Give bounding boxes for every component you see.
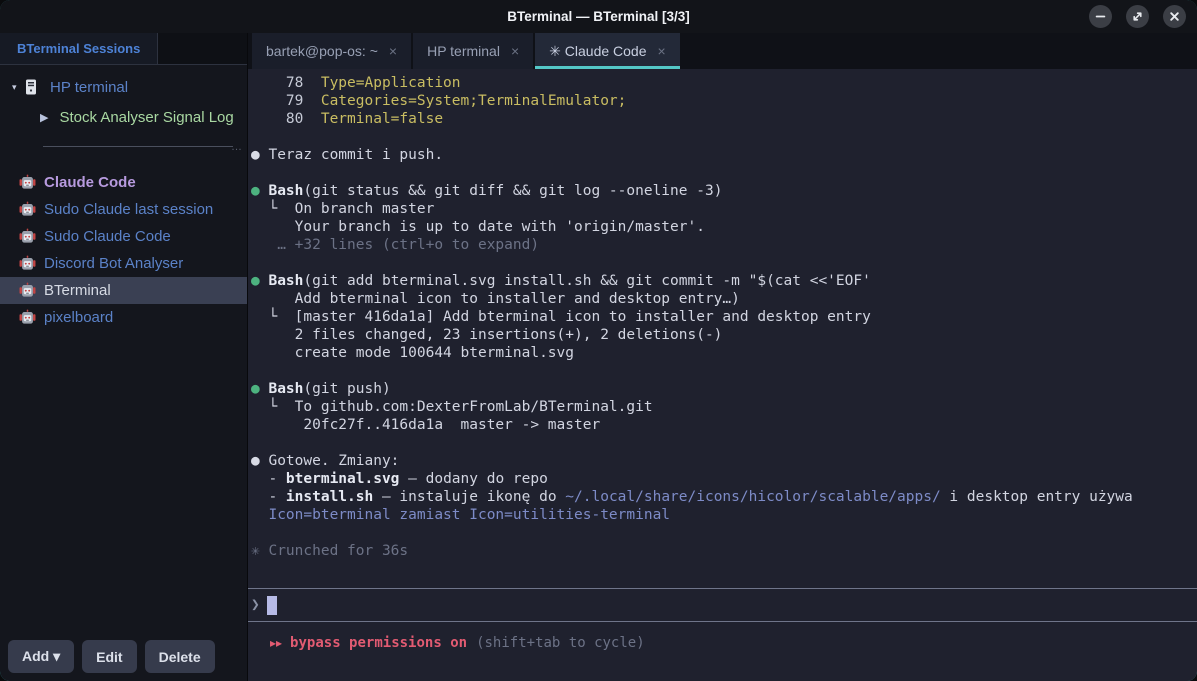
edit-button[interactable]: Edit	[82, 640, 136, 673]
maximize-icon	[1132, 11, 1143, 22]
terminal-line: create mode 100644 bterminal.svg	[251, 344, 1197, 362]
session-label: Sudo Claude last session	[44, 201, 213, 218]
sidebar: BTerminal Sessions ▾ HP terminal ▶ Stock…	[0, 33, 248, 681]
terminal-line: Icon=bterminal zamiast Icon=utilities-te…	[251, 506, 1197, 524]
text-cursor	[267, 596, 277, 615]
divider-line	[43, 146, 233, 147]
prompt-input[interactable]: ❯	[248, 588, 1197, 622]
terminal-line: 78 Type=Application	[251, 74, 1197, 92]
terminal-line: ● Gotowe. Zmiany:	[251, 452, 1197, 470]
terminal-line: └ On branch master	[251, 200, 1197, 218]
tree-item-hp-terminal[interactable]: ▾ HP terminal	[0, 72, 247, 102]
terminal-line: Add bterminal icon to installer and desk…	[251, 290, 1197, 308]
session-item-discord-bot-analyser[interactable]: Discord Bot Analyser	[0, 250, 247, 277]
tab-label: bartek@pop-os: ~	[266, 43, 378, 59]
prompt-chevron-icon: ❯	[251, 597, 260, 613]
titlebar[interactable]: BTerminal — BTerminal [3/3]	[0, 0, 1197, 33]
terminal-line: ● Bash(git status && git diff && git log…	[251, 182, 1197, 200]
terminal-line: Your branch is up to date with 'origin/m…	[251, 218, 1197, 236]
terminal-line: ● Teraz commit i push.	[251, 146, 1197, 164]
session-label: Claude Code	[44, 174, 136, 191]
session-item-sudo-claude-last-session[interactable]: Sudo Claude last session	[0, 196, 247, 223]
session-label: Discord Bot Analyser	[44, 255, 183, 272]
robot-icon	[19, 309, 36, 326]
tab-bartek-pop-os[interactable]: bartek@pop-os: ~ ×	[252, 33, 411, 69]
add-button[interactable]: Add ▾	[8, 640, 74, 673]
maximize-button[interactable]	[1126, 5, 1149, 28]
main-area: BTerminal Sessions ▾ HP terminal ▶ Stock…	[0, 33, 1197, 681]
app-window: BTerminal — BTerminal [3/3] BTerminal Se…	[0, 0, 1197, 681]
window-title: BTerminal — BTerminal [3/3]	[0, 9, 1197, 24]
terminal-line: 20fc27f..416da1a master -> master	[251, 416, 1197, 434]
tree-item-label: Stock Analyser Signal Log	[59, 109, 233, 126]
status-bar: ▸▸ bypass permissions on (shift+tab to cyc…	[248, 622, 1197, 681]
sessions-tree: ▾ HP terminal ▶ Stock Analyser Signal Lo…	[0, 65, 247, 331]
sidebar-header-row: BTerminal Sessions	[0, 33, 247, 65]
close-button[interactable]	[1163, 5, 1186, 28]
more-dots-icon[interactable]: …	[231, 141, 243, 153]
robot-icon	[19, 174, 36, 191]
close-icon[interactable]: ×	[658, 43, 666, 59]
robot-icon	[19, 282, 36, 299]
session-item-bterminal[interactable]: BTerminal	[0, 277, 247, 304]
session-label: pixelboard	[44, 309, 113, 326]
terminal-line	[251, 362, 1197, 380]
terminal-line: - install.sh — instaluje ikonę do ~/.loc…	[251, 488, 1197, 506]
tree-item-stock-analyser-signal-log[interactable]: ▶ Stock Analyser Signal Log	[0, 102, 247, 132]
close-icon[interactable]: ×	[511, 43, 519, 59]
terminal-line	[251, 524, 1197, 542]
session-item-sudo-claude-code[interactable]: Sudo Claude Code	[0, 223, 247, 250]
terminal-line: 80 Terminal=false	[251, 110, 1197, 128]
chevron-down-icon[interactable]: ▾	[12, 82, 25, 93]
terminal-line	[251, 254, 1197, 272]
minimize-button[interactable]	[1089, 5, 1112, 28]
terminal-line: ✳ Crunched for 36s	[251, 542, 1197, 560]
tab-label: HP terminal	[427, 43, 500, 59]
session-item-claude-code[interactable]: Claude Code	[0, 169, 247, 196]
play-icon: ▶	[40, 111, 48, 124]
terminal-line: └ To github.com:DexterFromLab/BTerminal.…	[251, 398, 1197, 416]
terminal-line: 79 Categories=System;TerminalEmulator;	[251, 92, 1197, 110]
content-area: bartek@pop-os: ~×HP terminal×✳ Claude Co…	[248, 33, 1197, 681]
session-item-pixelboard[interactable]: pixelboard	[0, 304, 247, 331]
sidebar-footer: Add ▾Edit Delete	[0, 640, 247, 681]
tree-item-label: HP terminal	[50, 79, 128, 96]
minimize-icon	[1095, 11, 1106, 22]
tabbar: bartek@pop-os: ~×HP terminal×✳ Claude Co…	[248, 33, 1197, 69]
terminal-line: ● Bash(git add bterminal.svg install.sh …	[251, 272, 1197, 290]
terminal-line: … +32 lines (ctrl+o to expand)	[251, 236, 1197, 254]
delete-button[interactable]: Delete	[145, 640, 215, 673]
robot-icon	[19, 228, 36, 245]
session-label: BTerminal	[44, 282, 111, 299]
double-arrow-icon: ▸▸	[270, 636, 282, 650]
terminal-line: - bterminal.svg — dodany do repo	[251, 470, 1197, 488]
terminal-line	[251, 164, 1197, 182]
terminal-output[interactable]: 78 Type=Application 79 Categories=System…	[248, 69, 1197, 588]
terminal-line: ● Bash(git push)	[251, 380, 1197, 398]
terminal-line: 2 files changed, 23 insertions(+), 2 del…	[251, 326, 1197, 344]
tab-label: ✳ Claude Code	[549, 43, 646, 60]
terminal-line	[251, 128, 1197, 146]
robot-icon	[19, 201, 36, 218]
tab-hp-terminal[interactable]: HP terminal ×	[413, 33, 533, 69]
sessions-divider: …	[0, 138, 247, 162]
sessions-panel-title: BTerminal Sessions	[17, 41, 140, 56]
permissions-mode-hint: (shift+tab to cycle)	[476, 635, 645, 651]
close-icon[interactable]: ×	[389, 43, 397, 59]
permissions-mode-text: bypass permissions on	[290, 635, 467, 651]
session-label: Sudo Claude Code	[44, 228, 171, 245]
window-controls	[1089, 5, 1186, 28]
session-list: Claude Code Sudo Claude last session Sudo …	[0, 169, 247, 331]
tab-claude-code[interactable]: ✳ Claude Code ×	[535, 33, 680, 69]
robot-icon	[19, 255, 36, 272]
computer-icon	[25, 79, 38, 95]
terminal-line	[251, 434, 1197, 452]
close-icon	[1169, 11, 1180, 22]
sessions-panel-tab[interactable]: BTerminal Sessions	[0, 33, 158, 64]
terminal-line: └ [master 416da1a] Add bterminal icon to…	[251, 308, 1197, 326]
